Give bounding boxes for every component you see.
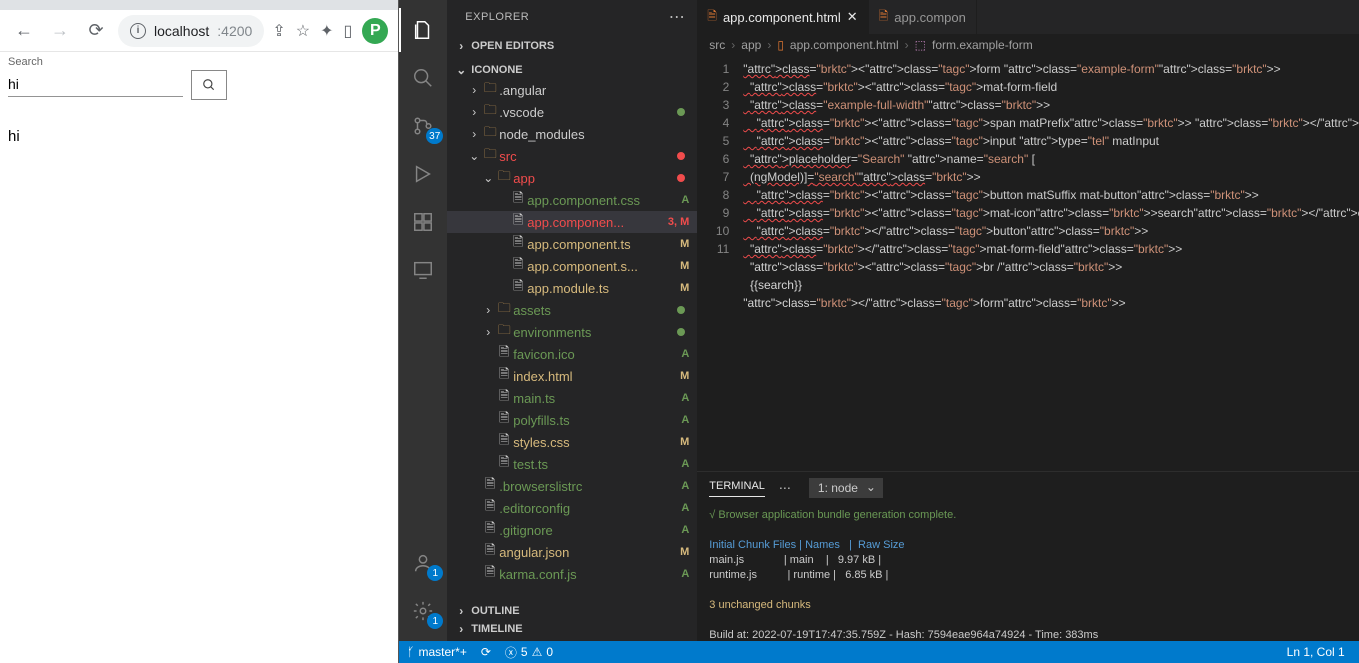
- share-icon[interactable]: ⇪: [272, 21, 285, 41]
- tree-file[interactable]: 🗎.gitignoreA: [447, 519, 697, 541]
- url-host: localhost: [154, 23, 209, 39]
- editor-tabs: 🗎app.component.html✕🗎app.compon ⇆ ◫ ⋯: [697, 0, 1359, 34]
- status-sync[interactable]: ⟳: [481, 645, 491, 659]
- bookmark-icon[interactable]: ☆: [296, 21, 310, 41]
- tree-file[interactable]: 🗎app.module.tsM: [447, 277, 697, 299]
- source-control-icon[interactable]: 37: [399, 104, 447, 148]
- site-info-icon: i: [130, 23, 146, 39]
- tree-file[interactable]: 🗎test.tsA: [447, 453, 697, 475]
- back-button[interactable]: ←: [10, 17, 38, 45]
- outline-section[interactable]: ›OUTLINE: [447, 602, 697, 620]
- workspace-section[interactable]: ⌄ICONONE: [447, 61, 697, 79]
- settings-gear-icon[interactable]: 1: [399, 589, 447, 633]
- vscode-window: 37 1 1: [399, 0, 1359, 663]
- editor-tab[interactable]: 🗎app.component.html✕: [697, 0, 868, 34]
- breadcrumb[interactable]: src› app› ▯ app.component.html› ⬚ form.e…: [697, 34, 1359, 56]
- tree-folder[interactable]: ⌄🗀src: [447, 145, 697, 167]
- tree-file[interactable]: 🗎angular.jsonM: [447, 541, 697, 563]
- activity-bar: 37 1 1: [399, 0, 447, 641]
- accounts-icon[interactable]: 1: [399, 541, 447, 585]
- tree-file[interactable]: 🗎index.htmlM: [447, 365, 697, 387]
- status-cursor[interactable]: Ln 1, Col 1: [1287, 645, 1345, 659]
- tree-folder[interactable]: ›🗀.angular: [447, 79, 697, 101]
- tree-file[interactable]: 🗎app.component.tsM: [447, 233, 697, 255]
- run-debug-icon[interactable]: [399, 152, 447, 196]
- search-input[interactable]: [8, 74, 183, 97]
- tree-file[interactable]: 🗎polyfills.tsA: [447, 409, 697, 431]
- timeline-section[interactable]: ›TIMELINE: [447, 620, 697, 638]
- profile-avatar[interactable]: P: [362, 18, 388, 44]
- tree-folder[interactable]: ›🗀node_modules: [447, 123, 697, 145]
- search-result: hi: [8, 128, 390, 145]
- explorer-title: EXPLORER: [465, 11, 529, 23]
- extensions-icon[interactable]: ✦: [320, 21, 333, 41]
- tree-folder[interactable]: ⌄🗀app: [447, 167, 697, 189]
- editor-group: 🗎app.component.html✕🗎app.compon ⇆ ◫ ⋯ sr…: [697, 0, 1359, 641]
- terminal-panel: TERMINAL ⋯ 1: node ＋ ◫ 🗑 ＾ ✕ √ Browser a…: [697, 471, 1359, 641]
- url-port: :4200: [217, 23, 252, 39]
- extensions-icon[interactable]: [399, 200, 447, 244]
- search-icon[interactable]: [399, 56, 447, 100]
- terminal-tab[interactable]: TERMINAL: [709, 480, 765, 497]
- scm-badge: 37: [426, 128, 443, 144]
- status-branch[interactable]: ᚶ master*+: [407, 645, 467, 659]
- tree-file[interactable]: 🗎styles.cssM: [447, 431, 697, 453]
- code-editor[interactable]: 1234567891011 "attrc">class="brktc"><"at…: [697, 56, 1359, 471]
- tree-file[interactable]: 🗎main.tsA: [447, 387, 697, 409]
- address-bar[interactable]: i localhost :4200: [118, 15, 264, 47]
- settings-badge: 1: [427, 613, 443, 629]
- search-label: Search: [8, 56, 390, 68]
- remote-icon[interactable]: [399, 248, 447, 292]
- open-editors-section[interactable]: ›OPEN EDITORS: [447, 37, 697, 55]
- search-button[interactable]: [191, 70, 227, 100]
- explorer-more-icon[interactable]: ⋯: [669, 7, 686, 27]
- page-content: Search hi: [0, 52, 398, 663]
- accounts-badge: 1: [427, 565, 443, 581]
- tree-file[interactable]: 🗎.browserslistrcA: [447, 475, 697, 497]
- explorer-sidebar: EXPLORER ⋯ ›OPEN EDITORS ⌄ICONONE ›🗀.ang…: [447, 0, 697, 641]
- terminal-output[interactable]: √ Browser application bundle generation …: [697, 504, 1359, 641]
- tree-file[interactable]: 🗎app.componen...3, M: [447, 211, 697, 233]
- symbol-icon: ⬚: [915, 38, 926, 52]
- forward-button[interactable]: →: [46, 17, 74, 45]
- tree-folder[interactable]: ›🗀.vscode: [447, 101, 697, 123]
- browser-toolbar: ← → ⟳ i localhost :4200 ⇪ ☆ ✦ ▯ P: [0, 10, 398, 52]
- close-tab-icon[interactable]: ✕: [847, 9, 858, 25]
- terminal-select[interactable]: 1: node: [809, 478, 883, 498]
- reload-button[interactable]: ⟳: [82, 17, 110, 45]
- explorer-icon[interactable]: [399, 8, 447, 52]
- browser-tabstrip: [0, 0, 398, 10]
- tree-file[interactable]: 🗎app.component.s...M: [447, 255, 697, 277]
- status-problems[interactable]: ⓧ 5 ⚠ 0: [505, 644, 553, 661]
- tree-folder[interactable]: ›🗀environments: [447, 321, 697, 343]
- tree-file[interactable]: 🗎favicon.icoA: [447, 343, 697, 365]
- tree-file[interactable]: 🗎.editorconfigA: [447, 497, 697, 519]
- tree-folder[interactable]: ›🗀assets: [447, 299, 697, 321]
- file-icon: ▯: [777, 38, 784, 52]
- status-bar: ᚶ master*+ ⟳ ⓧ 5 ⚠ 0 Ln 1, Col 1 Spaces:…: [399, 641, 1359, 663]
- tree-file[interactable]: 🗎karma.conf.jsA: [447, 563, 697, 585]
- tree-file[interactable]: 🗎app.component.cssA: [447, 189, 697, 211]
- editor-tab[interactable]: 🗎app.compon: [869, 0, 977, 34]
- browser-tool-icons: ⇪ ☆ ✦ ▯ P: [272, 18, 388, 44]
- browser-window: ← → ⟳ i localhost :4200 ⇪ ☆ ✦ ▯ P Search: [0, 0, 399, 663]
- sidepanel-icon[interactable]: ▯: [343, 21, 352, 41]
- panel-more-icon[interactable]: ⋯: [779, 481, 791, 495]
